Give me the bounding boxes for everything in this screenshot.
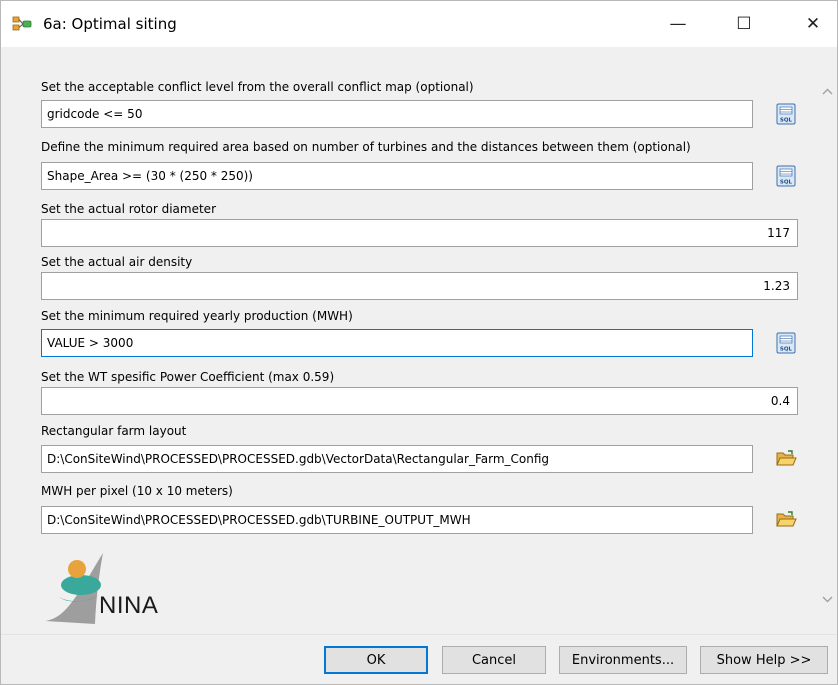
scroll-down-icon[interactable]	[818, 590, 837, 608]
environments-button[interactable]: Environments...	[559, 646, 687, 674]
minimum-area-input[interactable]: Shape_Area >= (30 * (250 * 250))	[41, 162, 753, 190]
sql-icon: SQL	[776, 165, 796, 187]
sql-icon: SQL	[776, 103, 796, 125]
folder-open-icon	[776, 450, 797, 466]
air-density-label: Set the actual air density	[41, 255, 193, 269]
sql-button[interactable]: SQL	[772, 100, 800, 128]
sql-button[interactable]: SQL	[772, 162, 800, 190]
scroll-up-icon[interactable]	[818, 82, 837, 100]
minimum-area-label: Define the minimum required area based o…	[41, 140, 691, 154]
maximize-button[interactable]: ☐	[721, 1, 767, 47]
minimize-button[interactable]: —	[655, 1, 701, 47]
window-title: 6a: Optimal siting	[43, 15, 177, 33]
logo-text: NINA	[99, 592, 159, 619]
conflict-level-label: Set the acceptable conflict level from t…	[41, 80, 474, 94]
sql-icon: SQL	[776, 332, 796, 354]
power-coefficient-input[interactable]: 0.4	[41, 387, 798, 415]
rotor-diameter-input[interactable]: 117	[41, 219, 798, 247]
browse-button[interactable]	[772, 506, 800, 534]
vertical-scrollbar[interactable]	[818, 47, 837, 634]
svg-text:SQL: SQL	[780, 180, 793, 186]
mwh-per-pixel-input[interactable]: D:\ConSiteWind\PROCESSED\PROCESSED.gdb\T…	[41, 506, 753, 534]
rotor-diameter-label: Set the actual rotor diameter	[41, 202, 216, 216]
close-button[interactable]: ✕	[790, 1, 836, 47]
conflict-level-input[interactable]: gridcode <= 50	[41, 100, 753, 128]
folder-open-icon	[776, 511, 797, 527]
browse-button[interactable]	[772, 445, 800, 473]
power-coefficient-label: Set the WT spesific Power Coefficient (m…	[41, 370, 335, 384]
yearly-production-label: Set the minimum required yearly producti…	[41, 309, 353, 323]
button-bar: OK Cancel Environments... Show Help >>	[1, 634, 837, 684]
svg-text:SQL: SQL	[780, 118, 793, 124]
yearly-production-input[interactable]: VALUE > 3000	[41, 329, 753, 357]
dialog-window: 6a: Optimal siting — ☐ ✕ Set the accepta…	[0, 0, 838, 685]
show-help-button[interactable]: Show Help >>	[700, 646, 828, 674]
mwh-per-pixel-label: MWH per pixel (10 x 10 meters)	[41, 484, 233, 498]
sql-button[interactable]: SQL	[772, 329, 800, 357]
model-tool-icon	[12, 16, 32, 31]
svg-text:SQL: SQL	[780, 347, 793, 353]
air-density-input[interactable]: 1.23	[41, 272, 798, 300]
title-bar[interactable]: 6a: Optimal siting — ☐ ✕	[1, 1, 837, 47]
cancel-button[interactable]: Cancel	[442, 646, 546, 674]
farm-layout-input[interactable]: D:\ConSiteWind\PROCESSED\PROCESSED.gdb\V…	[41, 445, 753, 473]
parameters-panel: Set the acceptable conflict level from t…	[1, 47, 837, 634]
farm-layout-label: Rectangular farm layout	[41, 424, 187, 438]
ok-button[interactable]: OK	[324, 646, 428, 674]
